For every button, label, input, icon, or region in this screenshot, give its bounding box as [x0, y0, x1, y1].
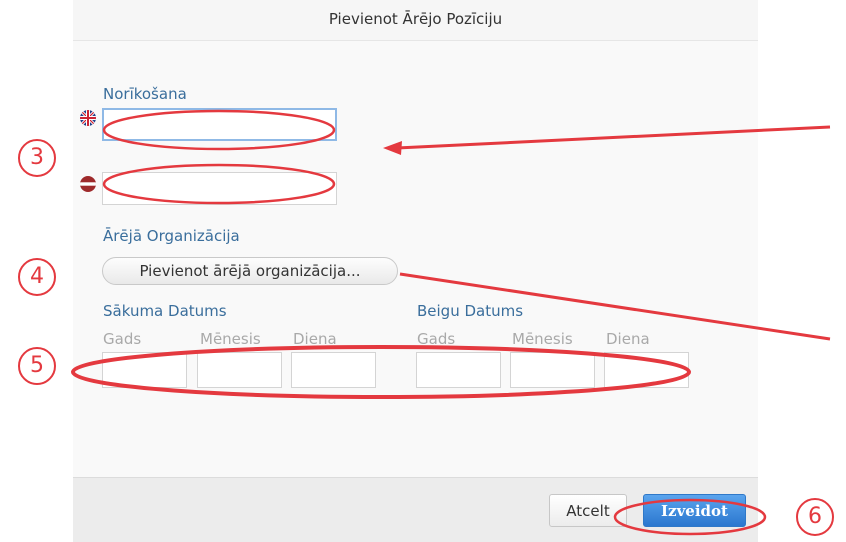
uk-flag-icon	[80, 110, 96, 126]
dialog-title: Pievienot Ārējo Pozīciju	[73, 0, 758, 41]
add-organization-button[interactable]: Pievienot ārējā organizācija...	[102, 257, 398, 285]
step-marker-6: 6	[796, 498, 834, 536]
step-marker-3: 3	[18, 139, 56, 177]
start-date-label: Sākuma Datums	[103, 302, 227, 320]
end-month-input[interactable]	[510, 352, 595, 388]
cancel-button[interactable]: Atcelt	[549, 494, 627, 527]
position-english-input[interactable]	[102, 108, 337, 141]
end-day-input[interactable]	[604, 352, 689, 388]
start-year-input[interactable]	[102, 352, 187, 388]
start-month-input[interactable]	[197, 352, 282, 388]
organization-label: Ārējā Organizācija	[103, 227, 240, 245]
start-day-input[interactable]	[291, 352, 376, 388]
start-day-label: Diena	[293, 330, 337, 348]
start-month-label: Mēnesis	[200, 330, 261, 348]
step-marker-4: 4	[18, 258, 56, 296]
position-label: Norīkošana	[103, 85, 187, 103]
end-year-label: Gads	[417, 330, 456, 348]
end-month-label: Mēnesis	[512, 330, 573, 348]
step-marker-5: 5	[18, 347, 56, 385]
position-latvian-input[interactable]	[102, 172, 337, 205]
end-date-label: Beigu Datums	[417, 302, 524, 320]
create-button[interactable]: Izveidot	[643, 494, 746, 527]
end-year-input[interactable]	[416, 352, 501, 388]
end-day-label: Diena	[606, 330, 650, 348]
latvia-flag-icon	[80, 176, 96, 192]
start-year-label: Gads	[103, 330, 142, 348]
